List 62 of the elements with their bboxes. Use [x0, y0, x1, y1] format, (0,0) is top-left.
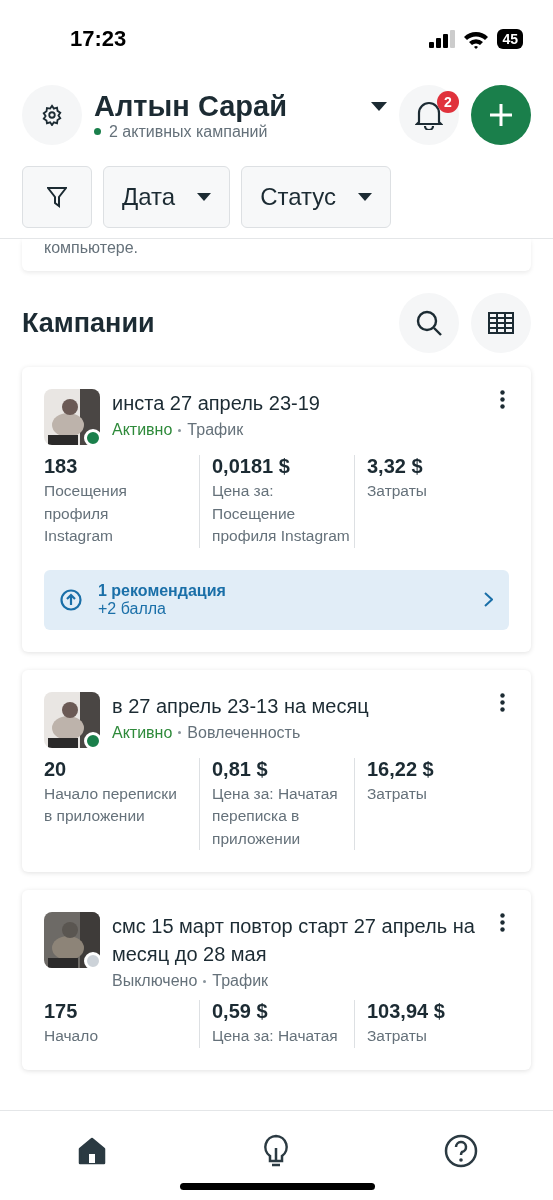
metric-label: Затраты: [367, 1026, 428, 1046]
more-icon: [500, 390, 505, 409]
dropdown-caret-icon[interactable]: [371, 101, 387, 111]
bell-icon: [415, 100, 443, 130]
settings-icon: [41, 104, 63, 126]
section-title: Кампании: [22, 307, 156, 339]
metric-label: Цена за: Начатая: [212, 1026, 339, 1046]
notification-badge: 2: [437, 91, 459, 113]
recommendation-title: 1 рекомендация: [98, 581, 227, 600]
notice-text: компьютере.: [44, 239, 138, 256]
campaign-status: Выключено: [112, 972, 198, 990]
filter-icon: [47, 186, 67, 208]
plus-icon: [489, 103, 513, 127]
more-icon: [500, 913, 505, 932]
metric-label: Цена за: Посещение профиля Instagram: [212, 481, 351, 546]
filter-button[interactable]: [22, 166, 92, 228]
metric-value: 0,59 $: [212, 1000, 269, 1023]
campaign-card[interactable]: в 27 апрель 23-13 на месяц Активно Вовлеченность 20 Начало переписки в приложении 0,81 $ Цена за: Начатая переписка в приложении 16,22 $ Затраты: [22, 669, 531, 872]
metric-label: Цена за: Начатая переписка в приложении: [212, 783, 339, 849]
metric-label: Затраты: [367, 783, 428, 804]
active-status-dot: [94, 128, 101, 135]
wifi-icon: [463, 29, 490, 49]
metric-value: 0,0181 $: [212, 455, 291, 478]
metric-value: 175: [44, 1000, 79, 1023]
metric-value: 183: [44, 455, 79, 478]
account-title[interactable]: Алтын Сарай: [94, 89, 287, 123]
notifications-button[interactable]: 2: [399, 85, 459, 145]
filter-dropdown[interactable]: Дата: [103, 166, 231, 228]
campaign-name: в 27 апрель 23-13 на месяц: [112, 693, 370, 719]
metric-label: Посещения профиля Instagram: [44, 481, 128, 546]
campaign-status: Активно: [112, 421, 173, 439]
campaign-name: смс 15 март повтор старт 27 апрель на месяц до 28 мая: [112, 914, 476, 967]
recommendation-points: +2 балла: [98, 599, 167, 618]
filter-dropdown[interactable]: Статус: [241, 166, 392, 228]
campaign-card[interactable]: инста 27 апрель 23-19 Активно Трафик 183 Посещения профиля Instagram 0,0181 $ Цена за: Посещение профиля Instagram 3,32 $ Затраты 1 рекомендация +2 балла: [22, 367, 531, 652]
campaign-name: инста 27 апрель 23-19: [112, 391, 321, 416]
metric-value: 16,22 $: [367, 757, 435, 781]
battery-level: 45: [497, 29, 523, 49]
caret-icon: [197, 193, 212, 201]
signal-icon: [429, 30, 456, 48]
arrow-up-circle-icon: [60, 588, 82, 611]
campaign-card[interactable]: смс 15 март повтор старт 27 апрель на месяц до 28 мая Выключено Трафик 175 Начало 0,59 $ Цена за: Начатая 103,94 $ Затраты: [22, 890, 531, 1070]
campaign-objective: Вовлеченность: [187, 723, 301, 742]
search-icon: [416, 310, 442, 336]
metric-value: 20: [44, 757, 68, 781]
status-time: 17:23: [70, 26, 127, 52]
metric-value: 0,81 $: [212, 757, 269, 781]
more-icon: [500, 692, 505, 712]
caret-icon: [358, 193, 373, 201]
metric-label: Начало переписки в приложении: [44, 783, 178, 826]
metric-label: Начало: [44, 1026, 99, 1046]
active-campaigns-count: 2 активных кампаний: [109, 122, 268, 141]
chevron-right-icon: [484, 592, 493, 607]
metric-value: 3,32 $: [367, 455, 424, 478]
table-icon: [488, 312, 514, 334]
metric-value: 103,94 $: [367, 1000, 446, 1023]
campaign-objective: Трафик: [212, 972, 269, 990]
add-button[interactable]: [471, 85, 531, 145]
campaign-status: Активно: [112, 723, 173, 742]
recommendation-banner[interactable]: 1 рекомендация +2 балла: [44, 569, 509, 630]
campaign-objective: Трафик: [187, 421, 244, 439]
metric-label: Затраты: [367, 481, 428, 501]
